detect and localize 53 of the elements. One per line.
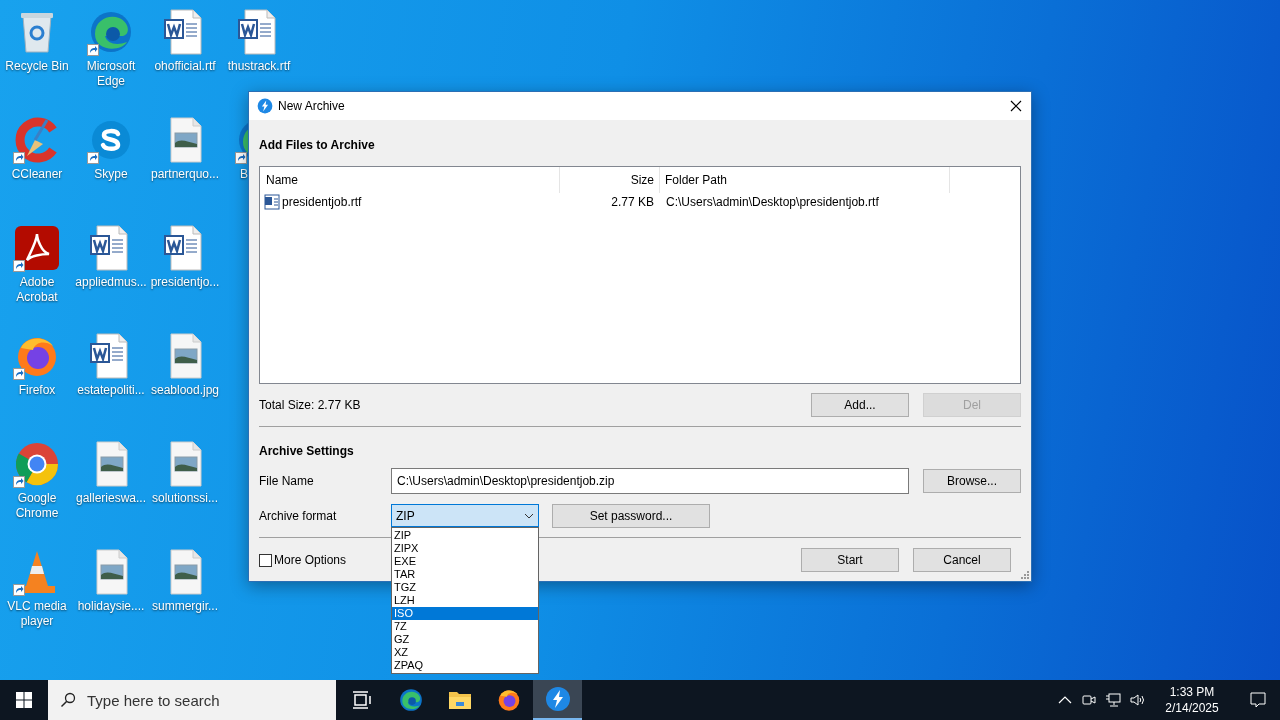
dropdown-option[interactable]: TGZ — [392, 581, 538, 594]
cancel-button[interactable]: Cancel — [913, 548, 1011, 572]
chevron-down-icon — [524, 512, 534, 519]
start-button[interactable]: Start — [801, 548, 899, 572]
search-icon — [60, 692, 76, 708]
set-password-button[interactable]: Set password... — [552, 503, 710, 528]
chevron-up-icon[interactable] — [1058, 696, 1072, 704]
dropdown-option[interactable]: ISO — [392, 607, 538, 620]
section-heading: Archive Settings — [259, 443, 355, 460]
task-view-icon — [351, 691, 372, 709]
resize-grip-icon[interactable] — [1021, 571, 1029, 579]
network-icon[interactable] — [1105, 693, 1121, 707]
path-cell-text: C:\Users\admin\Desktop\presidentjob.rtf — [665, 193, 879, 211]
column-header[interactable]: Size — [560, 167, 660, 193]
dropdown-option[interactable]: LZH — [392, 594, 538, 607]
lightning-icon — [257, 98, 273, 114]
app-icon — [13, 440, 61, 488]
browse-button[interactable]: Browse... — [923, 469, 1021, 493]
field-label: Archive format — [259, 507, 338, 525]
folder-icon — [447, 689, 472, 711]
field-label: File Name — [259, 473, 315, 490]
app-icon — [13, 224, 61, 272]
window-title: New Archive — [278, 98, 345, 115]
dropdown-option[interactable]: XZ — [392, 646, 538, 659]
dropdown-option[interactable]: 7Z — [392, 620, 538, 633]
column-header[interactable]: Name — [260, 167, 560, 193]
edge-icon — [397, 687, 424, 713]
file-name-cell-text: presidentjob.rtf — [282, 193, 362, 211]
camera-icon[interactable] — [1082, 693, 1096, 707]
checkbox[interactable] — [259, 553, 272, 567]
volume-icon[interactable] — [1130, 693, 1146, 707]
total-size-text: Total Size: 2.77 KB — [259, 397, 361, 414]
size-cell-text: 2.77 KB — [610, 193, 655, 211]
add-button[interactable]: Add... — [811, 393, 909, 417]
format-dropdown[interactable]: ZIP — [391, 504, 539, 527]
dropdown-option[interactable]: ZIP — [392, 529, 538, 542]
dropdown-option[interactable]: ZPAQ — [392, 659, 538, 672]
file-name-field[interactable]: C:\Users\admin\Desktop\presidentjob.zip — [391, 468, 909, 494]
close-icon — [1010, 100, 1022, 112]
chat-bubble-icon — [1250, 692, 1266, 708]
dropdown-option[interactable]: TAR — [392, 568, 538, 581]
taskbar-search-field[interactable]: Type here to search — [48, 680, 336, 720]
checkbox-label[interactable]: More Options — [274, 551, 347, 569]
windows-logo-icon — [16, 692, 32, 708]
column-header[interactable]: Folder Path — [660, 167, 950, 193]
dropdown-option[interactable]: EXE — [392, 555, 538, 568]
document-icon — [264, 193, 280, 210]
section-heading: Add Files to Archive — [259, 137, 376, 154]
clock[interactable]: 1:33 PM 2/14/2025 — [1156, 684, 1228, 716]
dropdown-option[interactable]: ZIPX — [392, 542, 538, 555]
dropdown-option[interactable]: GZ — [392, 633, 538, 646]
taskbar-app-button[interactable] — [533, 680, 582, 720]
lightning-icon — [544, 686, 571, 712]
